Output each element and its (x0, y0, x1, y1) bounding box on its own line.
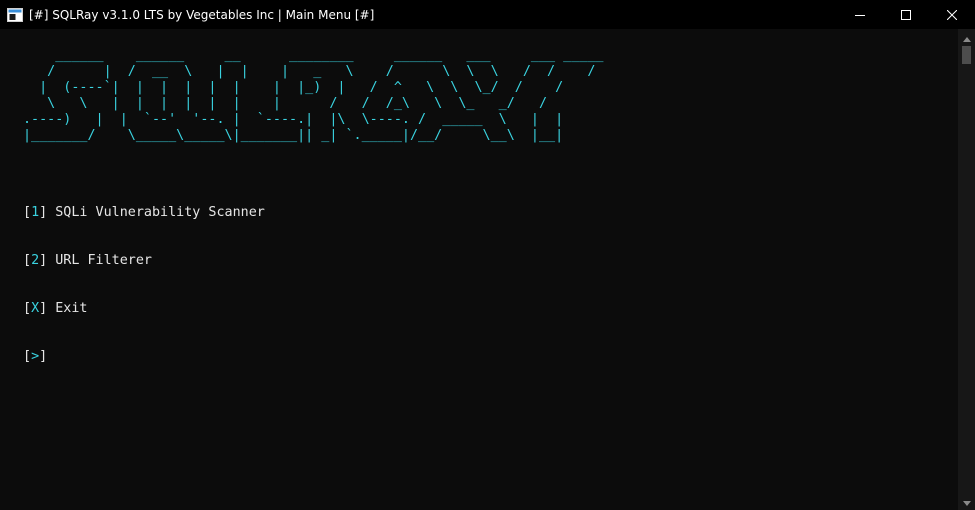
ascii-banner: ______ ______ __ ________ ______ ___ ___… (23, 48, 603, 144)
title-bar[interactable]: [#] SQLRay v3.1.0 LTS by Vegetables Inc … (0, 0, 975, 29)
maximize-button[interactable] (883, 0, 929, 29)
scroll-down-button[interactable] (958, 493, 975, 510)
chevron-up-icon (962, 29, 971, 47)
menu-item-scanner: [1] SQLi Vulnerability Scanner (23, 205, 265, 220)
terminal-window: [#] SQLRay v3.1.0 LTS by Vegetables Inc … (0, 0, 975, 510)
menu-key: 2 (31, 253, 40, 268)
minimize-icon (855, 10, 865, 20)
menu-key: 1 (31, 205, 40, 220)
menu-item-label: URL Filterer (55, 253, 152, 268)
console-icon[interactable] (7, 7, 23, 22)
close-icon (947, 9, 957, 20)
banner-line: \ \ | | | | | | | / / /_\ \ \_ _/ / (23, 96, 548, 111)
window-title: [#] SQLRay v3.1.0 LTS by Vegetables Inc … (29, 7, 375, 22)
menu-item-label: SQLi Vulnerability Scanner (55, 205, 265, 220)
banner-line: / | / __ \ | | | _ \ / \ \ \ / / / (23, 64, 596, 79)
scroll-up-button[interactable] (958, 29, 975, 46)
minimize-button[interactable] (837, 0, 883, 29)
menu-key: X (31, 301, 40, 316)
chevron-down-icon (962, 493, 971, 510)
menu-item-exit: [X] Exit (23, 301, 88, 316)
main-menu: [1] SQLi Vulnerability Scanner [2] URL F… (23, 173, 265, 397)
close-button[interactable] (929, 0, 975, 29)
input-prompt[interactable]: [>] (23, 349, 265, 365)
menu-item-label: Exit (55, 301, 88, 316)
window-controls (837, 0, 975, 29)
maximize-icon (901, 9, 911, 20)
banner-line: | (----`| | | | | | | |_) | / ^ \ \ \_/ … (23, 80, 564, 95)
menu-item-url-filterer: [2] URL Filterer (23, 253, 152, 268)
prompt-key: > (31, 349, 40, 364)
scrollbar-thumb[interactable] (962, 46, 971, 64)
console-output[interactable]: ______ ______ __ ________ ______ ___ ___… (0, 29, 958, 510)
banner-line: ______ ______ __ ________ ______ ___ ___… (23, 48, 604, 63)
banner-line: .----) | | `--' '--. | `----.| |\ \----.… (23, 112, 564, 127)
vertical-scrollbar[interactable] (958, 29, 975, 510)
banner-line: |_______/ \_____\_____\|_______|| _| `._… (23, 128, 564, 143)
